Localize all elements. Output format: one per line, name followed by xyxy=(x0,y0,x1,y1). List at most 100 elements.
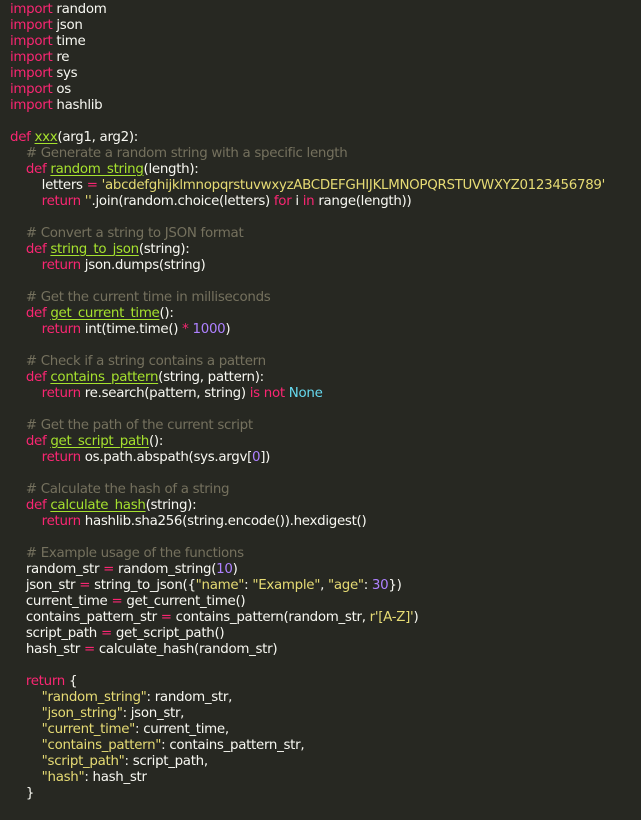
code-token: 30 xyxy=(371,578,389,593)
code-line: contains_pattern_str = contains_pattern(… xyxy=(0,610,641,626)
code-line: "hash": hash_str xyxy=(0,770,641,786)
code-token: calculate_hash xyxy=(50,498,146,513)
code-token: return xyxy=(41,386,81,401)
code-line: # Get the current time in milliseconds xyxy=(0,290,641,306)
code-token: = xyxy=(100,626,112,641)
code-token: return xyxy=(41,322,81,337)
code-line: return hashlib.sha256(string.encode()).h… xyxy=(0,514,641,530)
code-token: get_current_time() xyxy=(122,594,246,609)
code-line: letters = 'abcdefghijklmnopqrstuvwxyzABC… xyxy=(0,178,641,194)
code-token: return xyxy=(25,674,65,689)
code-token: is not xyxy=(249,386,285,401)
code-token: # Get the current time in milliseconds xyxy=(10,290,271,305)
code-token: '' xyxy=(84,194,92,209)
code-line: import os xyxy=(0,82,641,98)
code-token: = xyxy=(83,642,95,657)
code-token: (): xyxy=(159,306,174,321)
code-token: json_str xyxy=(10,578,80,593)
code-line: random_str = random_string(10) xyxy=(0,562,641,578)
code-line: return re.search(pattern, string) is not… xyxy=(0,386,641,402)
code-line: def get_current_time(): xyxy=(0,306,641,322)
code-token: # Example usage of the functions xyxy=(10,546,244,561)
code-token: get_script_path xyxy=(50,434,149,449)
code-token: hashlib xyxy=(52,98,103,113)
code-line: return { xyxy=(0,674,641,690)
code-token: random xyxy=(52,2,107,17)
code-editor[interactable]: import random import json import time impor… xyxy=(0,0,641,820)
code-token: : hash_str xyxy=(84,770,147,785)
code-token: .join(random.choice(letters) xyxy=(91,194,274,209)
code-token: import xyxy=(10,18,53,33)
code-token: return xyxy=(41,194,81,209)
code-token: calculate_hash(random_str) xyxy=(94,642,278,657)
code-line: # Generate a random string with a specif… xyxy=(0,146,641,162)
code-token: = xyxy=(79,578,91,593)
code-token: None xyxy=(288,386,323,401)
code-line: def calculate_hash(string): xyxy=(0,498,641,514)
code-token: get_script_path() xyxy=(111,626,225,641)
code-token: : random_str, xyxy=(146,690,233,705)
code-token: random_str xyxy=(10,562,104,577)
code-token: "contains_pattern" xyxy=(41,738,162,753)
code-token: # Convert a string to JSON format xyxy=(10,226,244,241)
code-line: import hashlib xyxy=(0,98,641,114)
code-token: def xyxy=(25,370,47,385)
code-line: return ''.join(random.choice(letters) fo… xyxy=(0,194,641,210)
code-line: current_time = get_current_time() xyxy=(0,594,641,610)
code-token: (arg1, arg2): xyxy=(57,130,138,145)
code-token: in xyxy=(302,194,315,209)
code-token: "name" xyxy=(195,578,245,593)
code-token: i xyxy=(291,194,303,209)
code-line: def random_string(length): xyxy=(0,162,641,178)
code-token: contains_pattern(random_str, xyxy=(171,610,370,625)
code-line: json_str = string_to_json({"name": "Exam… xyxy=(0,578,641,594)
code-line: def xxx(arg1, arg2): xyxy=(0,130,641,146)
code-token: random_string xyxy=(50,162,144,177)
code-token: contains_pattern_str xyxy=(10,610,161,625)
code-token: # Generate a random string with a specif… xyxy=(10,146,348,161)
code-token: : contains_pattern_str, xyxy=(161,738,305,753)
code-token: hashlib.sha256(string.encode()).hexdiges… xyxy=(80,514,367,529)
code-token: import xyxy=(10,98,53,113)
code-token: def xyxy=(25,242,47,257)
code-token: return xyxy=(41,258,81,273)
code-token: letters xyxy=(10,178,87,193)
code-token: return xyxy=(41,514,81,529)
code-token: = xyxy=(160,610,172,625)
code-line: # Example usage of the functions xyxy=(0,546,641,562)
code-token: (length): xyxy=(143,162,199,177)
code-token: "Example" xyxy=(252,578,321,593)
code-token: ]) xyxy=(260,450,271,465)
code-token: string_to_json xyxy=(50,242,139,257)
code-token: script_path xyxy=(10,626,101,641)
code-token: "age" xyxy=(327,578,364,593)
code-token: time xyxy=(52,34,86,49)
code-token: def xyxy=(25,306,47,321)
code-line: def string_to_json(string): xyxy=(0,242,641,258)
code-token: def xyxy=(25,434,47,449)
code-token: (string): xyxy=(145,498,197,513)
code-token: import xyxy=(10,34,53,49)
code-token: "script_path" xyxy=(41,754,125,769)
code-token: 1000 xyxy=(192,322,226,337)
code-token: json.dumps(string) xyxy=(80,258,206,273)
code-token: (string, pattern): xyxy=(158,370,264,385)
